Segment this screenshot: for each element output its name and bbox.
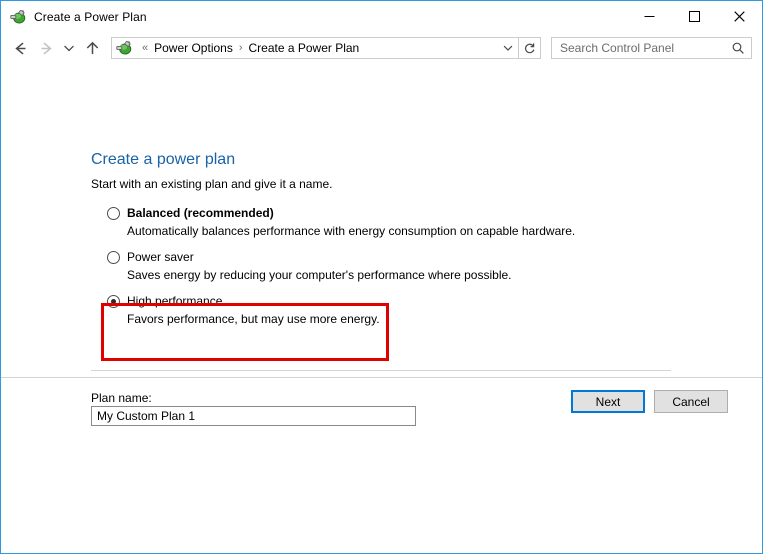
minimize-button[interactable] [627, 1, 672, 32]
close-button[interactable] [717, 1, 762, 32]
option-description-balanced: Automatically balances performance with … [127, 224, 576, 238]
forward-button[interactable] [33, 35, 59, 61]
plan-name-input[interactable] [91, 406, 416, 426]
option-high-performance[interactable]: High performance Favors performance, but… [107, 293, 667, 327]
option-label-power-saver: Power saver [127, 250, 194, 264]
power-options-icon [10, 9, 26, 25]
breadcrumb-power-options-icon [116, 40, 132, 56]
up-button[interactable] [79, 35, 105, 61]
create-power-plan-window: Create a Power Plan « Power Options › Cr… [0, 0, 763, 554]
refresh-button[interactable] [519, 37, 541, 59]
search-input[interactable] [560, 41, 729, 55]
radio-power-saver[interactable] [107, 251, 120, 264]
address-bar: « Power Options › Create a Power Plan [1, 32, 762, 64]
window-title: Create a Power Plan [34, 9, 147, 24]
title-bar: Create a Power Plan [1, 1, 762, 32]
radio-high-performance[interactable] [107, 295, 120, 308]
breadcrumb-item-create-a-power-plan[interactable]: Create a Power Plan [249, 40, 360, 56]
dialog-buttons: Next Cancel [571, 390, 728, 413]
option-label-high-performance: High performance [127, 294, 223, 308]
window-controls [627, 1, 762, 32]
breadcrumb-leading-separator: « [142, 42, 149, 54]
next-button[interactable]: Next [571, 390, 645, 413]
breadcrumb[interactable]: « Power Options › Create a Power Plan [111, 37, 519, 59]
option-power-saver[interactable]: Power saver Saves energy by reducing you… [107, 249, 667, 283]
option-balanced[interactable]: Balanced (recommended) Automatically bal… [107, 205, 667, 239]
option-description-high-performance: Favors performance, but may use more ene… [127, 312, 380, 326]
page-subtitle: Start with an existing plan and give it … [91, 177, 333, 191]
option-label-balanced: Balanced (recommended) [127, 206, 274, 220]
breadcrumb-separator: › [238, 42, 243, 54]
chevron-down-icon[interactable] [498, 38, 518, 58]
page-title: Create a power plan [91, 151, 236, 168]
recent-locations-button[interactable] [59, 35, 79, 61]
option-description-power-saver: Saves energy by reducing your computer's… [127, 268, 512, 282]
maximize-button[interactable] [672, 1, 717, 32]
footer-separator [1, 377, 762, 378]
breadcrumb-item-power-options[interactable]: Power Options [154, 40, 233, 56]
back-button[interactable] [7, 35, 33, 61]
content-area: Create a power plan Start with an existi… [1, 64, 762, 553]
power-plan-option-list: Balanced (recommended) Automatically bal… [107, 205, 667, 327]
search-icon[interactable] [729, 39, 747, 57]
radio-balanced[interactable] [107, 207, 120, 220]
content-divider [91, 370, 671, 371]
plan-name-label: Plan name: [91, 391, 152, 405]
search-box[interactable] [551, 37, 752, 59]
cancel-button[interactable]: Cancel [654, 390, 728, 413]
